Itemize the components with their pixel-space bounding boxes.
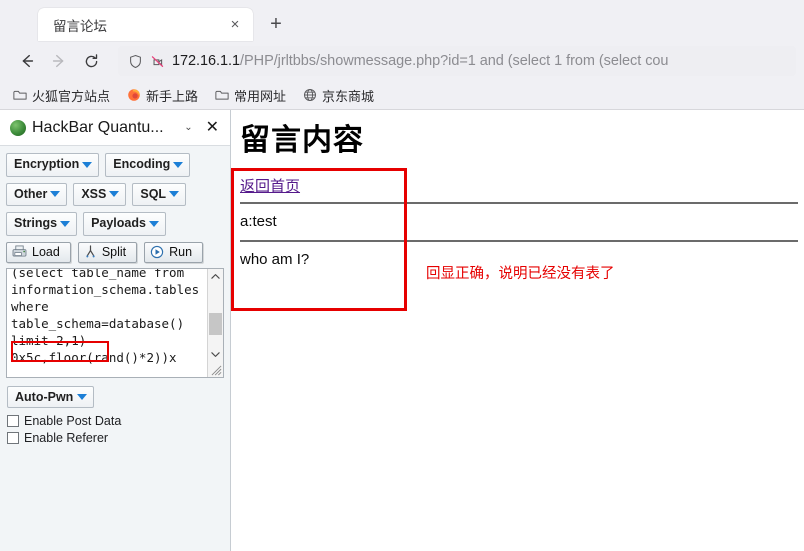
textarea-scrollbar[interactable] bbox=[207, 268, 223, 377]
browser-window: 留言论坛 × + 172.16.1.1/PHP/jrltbbs/showmess… bbox=[0, 0, 804, 551]
sql-menu-button[interactable]: SQL bbox=[132, 182, 187, 207]
strings-menu-button[interactable]: Strings bbox=[6, 212, 78, 236]
auto-pwn-label: Auto-Pwn bbox=[15, 389, 74, 404]
camera-blocked-icon[interactable] bbox=[150, 54, 165, 69]
bookmark-label: 常用网址 bbox=[234, 88, 287, 104]
bookmark-item[interactable]: 常用网址 bbox=[214, 86, 286, 105]
checkbox-box[interactable] bbox=[7, 414, 19, 427]
payloads-menu-button[interactable]: Payloads bbox=[83, 212, 166, 236]
run-icon bbox=[150, 245, 164, 259]
other-label: Other bbox=[14, 186, 48, 201]
caret-down-icon bbox=[173, 161, 184, 168]
address-bar[interactable]: 172.16.1.1/PHP/jrltbbs/showmessage.php?i… bbox=[118, 46, 796, 76]
action-row: Load Split Run bbox=[6, 241, 224, 263]
folder-icon bbox=[214, 88, 229, 103]
firefox-icon bbox=[126, 88, 141, 103]
tab-title: 留言论坛 bbox=[53, 18, 107, 34]
hackbar-sidebar: HackBar Quantu... ⌄ ✕ Encryption Encodin… bbox=[0, 110, 231, 551]
new-tab-icon[interactable]: + bbox=[262, 10, 290, 38]
load-icon bbox=[12, 245, 27, 258]
caret-down-icon bbox=[109, 191, 120, 198]
bookmark-item[interactable]: 新手上路 bbox=[126, 86, 198, 105]
url-host: 172.16.1.1 bbox=[172, 53, 241, 69]
bookmark-label: 火狐官方站点 bbox=[32, 88, 111, 104]
hackbar-options: Auto-Pwn Enable Post Data Enable Referer bbox=[0, 378, 230, 448]
strings-label: Strings bbox=[14, 216, 58, 231]
payload-textarea[interactable]: (select table_name from information_sche… bbox=[6, 267, 224, 378]
globe-icon bbox=[302, 88, 317, 103]
scrollbar-track[interactable] bbox=[208, 285, 223, 347]
url-text: 172.16.1.1/PHP/jrltbbs/showmessage.php?i… bbox=[172, 53, 668, 69]
menu-row-2: Other XSS SQL bbox=[6, 182, 224, 207]
encoding-label: Encoding bbox=[113, 157, 171, 171]
caret-down-icon bbox=[77, 393, 88, 400]
payloads-label: Payloads bbox=[91, 216, 146, 231]
scroll-up-icon[interactable] bbox=[208, 269, 223, 285]
resize-grip-icon[interactable] bbox=[208, 363, 223, 377]
browser-body: HackBar Quantu... ⌄ ✕ Encryption Encodin… bbox=[0, 110, 804, 551]
reload-icon[interactable] bbox=[76, 46, 106, 76]
payload-textarea-content[interactable]: (select table_name from information_sche… bbox=[7, 269, 207, 377]
message-item: a:test bbox=[240, 213, 277, 230]
forward-arrow-icon bbox=[44, 46, 74, 76]
scroll-down-icon[interactable] bbox=[208, 347, 223, 363]
menu-row-1: Encryption Encoding bbox=[6, 153, 224, 177]
sql-label: SQL bbox=[140, 186, 167, 201]
bookmark-label: 京东商城 bbox=[322, 88, 375, 104]
chevron-down-icon[interactable]: ⌄ bbox=[180, 122, 196, 133]
scrollbar-thumb[interactable] bbox=[209, 312, 222, 335]
tab-strip: 留言论坛 × + bbox=[0, 0, 804, 41]
sidebar-title: HackBar Quantu... bbox=[32, 118, 164, 136]
checkbox-box[interactable] bbox=[7, 431, 19, 444]
page-content: 留言内容 返回首页 a:test who am I? 回显正确，说明已经没有表了 bbox=[231, 110, 804, 551]
xss-menu-button[interactable]: XSS bbox=[73, 182, 127, 207]
load-label: Load bbox=[32, 244, 60, 259]
encryption-label: Encryption bbox=[14, 157, 80, 171]
bookmark-label: 新手上路 bbox=[146, 88, 199, 104]
encoding-menu-button[interactable]: Encoding bbox=[105, 153, 191, 177]
back-home-link[interactable]: 返回首页 bbox=[240, 175, 300, 196]
caret-down-icon bbox=[169, 191, 180, 198]
other-menu-button[interactable]: Other bbox=[6, 182, 68, 207]
caret-down-icon bbox=[50, 191, 61, 198]
page-title: 留言内容 bbox=[240, 124, 364, 157]
run-label: Run bbox=[169, 244, 193, 259]
caret-down-icon bbox=[60, 221, 71, 228]
enable-referer-label: Enable Referer bbox=[24, 430, 109, 445]
browser-chrome: 留言论坛 × + 172.16.1.1/PHP/jrltbbs/showmess… bbox=[0, 0, 804, 110]
run-button[interactable]: Run bbox=[144, 241, 204, 263]
hackbar-logo-icon bbox=[10, 119, 26, 136]
bookmark-item[interactable]: 火狐官方站点 bbox=[12, 86, 110, 105]
back-arrow-icon[interactable] bbox=[12, 46, 42, 76]
close-icon[interactable]: ✕ bbox=[203, 119, 222, 136]
caret-down-icon bbox=[82, 161, 93, 168]
split-icon bbox=[84, 245, 97, 258]
auto-pwn-button[interactable]: Auto-Pwn bbox=[7, 385, 95, 408]
encryption-menu-button[interactable]: Encryption bbox=[6, 153, 100, 177]
url-path: /PHP/jrltbbs/showmessage.php?id=1 and (s… bbox=[240, 53, 669, 69]
split-label: Split bbox=[101, 244, 127, 259]
browser-tab[interactable]: 留言论坛 × bbox=[38, 8, 253, 41]
bookmark-item[interactable]: 京东商城 bbox=[302, 86, 374, 105]
hackbar-toolbar: Encryption Encoding Other XSS SQL String… bbox=[0, 146, 230, 268]
annotation-text: 回显正确，说明已经没有表了 bbox=[426, 266, 615, 282]
close-icon[interactable]: × bbox=[225, 15, 245, 35]
enable-post-data-label: Enable Post Data bbox=[24, 413, 122, 428]
navigation-toolbar: 172.16.1.1/PHP/jrltbbs/showmessage.php?i… bbox=[0, 41, 804, 81]
sidebar-header: HackBar Quantu... ⌄ ✕ bbox=[0, 110, 230, 146]
enable-referer-checkbox[interactable]: Enable Referer bbox=[7, 431, 224, 445]
caret-down-icon bbox=[148, 221, 159, 228]
menu-row-3: Strings Payloads bbox=[6, 212, 224, 236]
load-button[interactable]: Load bbox=[6, 241, 71, 263]
split-button[interactable]: Split bbox=[77, 241, 138, 263]
enable-post-data-checkbox[interactable]: Enable Post Data bbox=[7, 414, 224, 428]
bookmarks-bar: 火狐官方站点 新手上路 常用网址 京东商城 bbox=[0, 81, 804, 109]
xss-label: XSS bbox=[81, 186, 107, 201]
shield-icon[interactable] bbox=[128, 54, 143, 69]
folder-icon bbox=[12, 88, 27, 103]
